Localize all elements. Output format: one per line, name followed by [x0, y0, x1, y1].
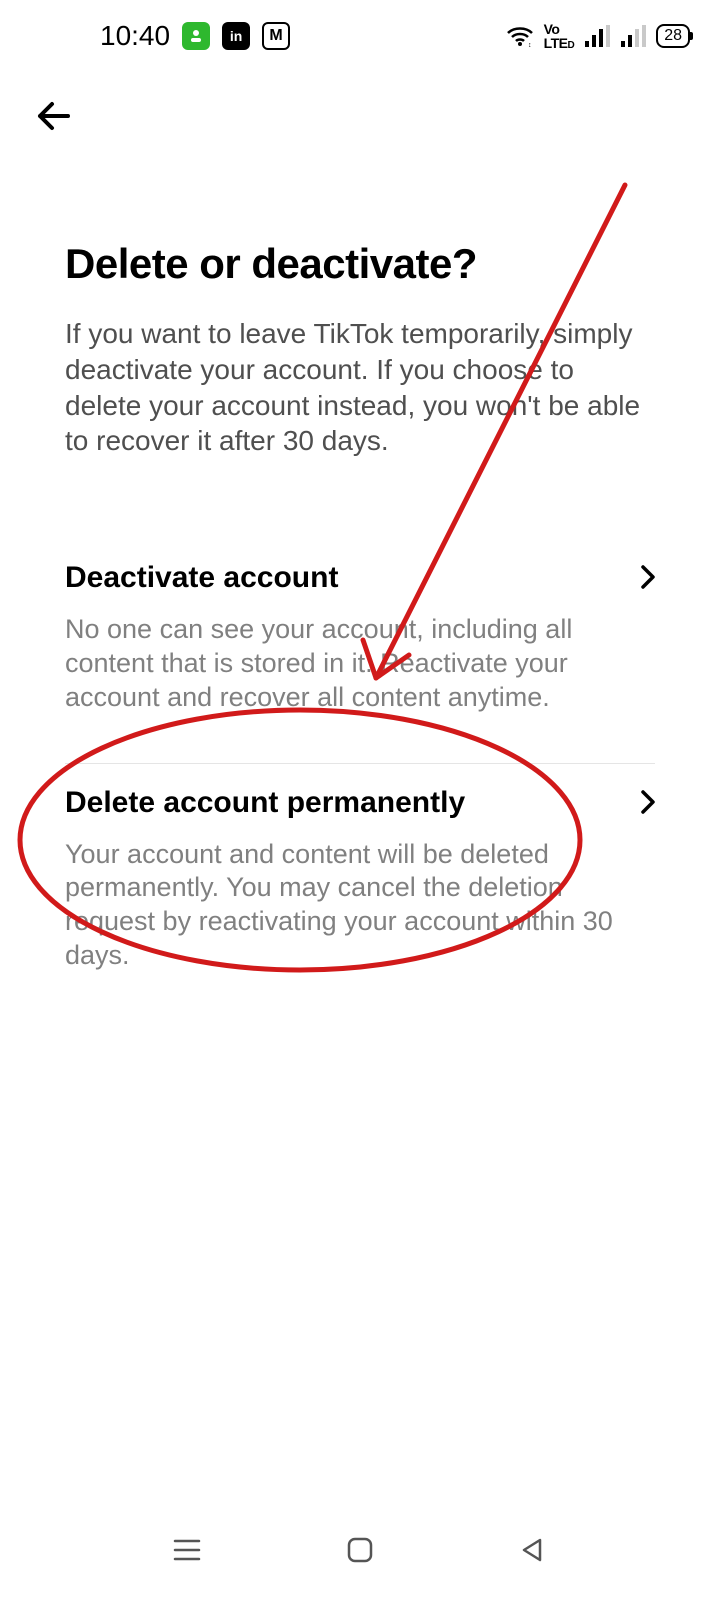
signal-icon-2	[620, 25, 646, 47]
app-icon-green	[182, 22, 210, 50]
android-nav-bar	[0, 1500, 720, 1600]
nav-back-button[interactable]	[513, 1530, 553, 1570]
signal-icon-1	[584, 25, 610, 47]
status-bar: 10:40 in M ↕ VoLTED	[0, 0, 720, 72]
delete-description: Your account and content will be deleted…	[65, 838, 655, 973]
status-bar-left: 10:40 in M	[30, 20, 290, 52]
battery-indicator: 28	[656, 24, 690, 48]
volte-indicator: VoLTED	[544, 22, 575, 51]
square-icon	[345, 1535, 375, 1565]
page-title: Delete or deactivate?	[65, 240, 655, 288]
home-button[interactable]	[340, 1530, 380, 1570]
delete-account-option[interactable]: Delete account permanently Your account …	[65, 764, 655, 999]
chevron-right-icon	[637, 788, 665, 816]
triangle-back-icon	[518, 1535, 548, 1565]
wifi-icon: ↕	[506, 25, 534, 47]
deactivate-account-option[interactable]: Deactivate account No one can see your a…	[65, 539, 655, 740]
linkedin-icon: in	[222, 22, 250, 50]
hamburger-icon	[172, 1537, 202, 1563]
deactivate-title: Deactivate account	[65, 561, 655, 595]
deactivate-description: No one can see your account, including a…	[65, 613, 655, 714]
recent-apps-button[interactable]	[167, 1530, 207, 1570]
status-bar-right: ↕ VoLTED 28	[506, 22, 690, 51]
page-description: If you want to leave TikTok temporarily,…	[65, 316, 655, 459]
svg-text:↕: ↕	[528, 42, 532, 47]
back-button[interactable]	[34, 92, 82, 140]
back-arrow-icon	[34, 95, 76, 137]
top-nav	[0, 72, 720, 140]
delete-title: Delete account permanently	[65, 786, 655, 820]
main-content: Delete or deactivate? If you want to lea…	[0, 140, 720, 999]
status-time: 10:40	[100, 20, 170, 52]
chevron-right-icon	[637, 563, 665, 591]
gmail-icon: M	[262, 22, 290, 50]
